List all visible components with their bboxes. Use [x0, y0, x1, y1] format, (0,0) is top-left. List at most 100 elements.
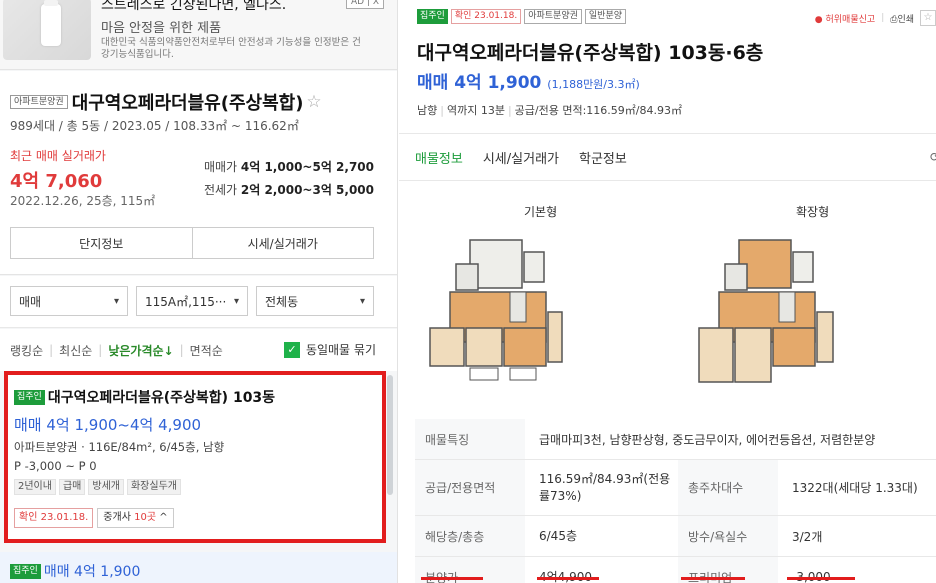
detail-info: 남향 | 역까지 13분 | 공급/전용 면적:116.59㎡/84.93㎡: [417, 104, 682, 117]
listing-tag: 화장실두개: [126, 479, 181, 495]
area-value: 115A㎡,115···: [145, 294, 227, 309]
table-row: 분양가 4억4,900 프리미엄 -3,000: [415, 557, 936, 583]
listing-2-title: 집주인 매매 4억 1,900: [10, 561, 140, 581]
star-icon[interactable]: ☆: [306, 92, 321, 112]
floor-plan-extended[interactable]: [695, 234, 835, 392]
listing-name: 대구역오페라더블유(주상복합) 103동: [47, 390, 276, 406]
complex-name: 대구역오페라더블유(주상복합): [71, 93, 304, 114]
owner-tag: 집주인: [417, 9, 448, 24]
ad-subtitle: 마음 안정을 위한 제품: [101, 21, 222, 36]
group-same-checkbox[interactable]: ✓ 동일매물 묶기: [283, 341, 376, 358]
supply-tag: 일반분양: [584, 9, 627, 24]
report-button[interactable]: ● 허위매물신고: [815, 12, 875, 25]
scrollbar[interactable]: [387, 375, 393, 495]
owner-tag: 집주인: [14, 389, 45, 405]
listing-tags: 2년이내 급매 방세개 화장실두개: [14, 479, 181, 495]
building-value: 전체동: [265, 294, 299, 309]
area-value: 116.59㎡/84.93㎡(전용률73%): [539, 471, 671, 503]
listing-footer: 확인 23.01.18. 중개사 10곳 ^: [14, 508, 174, 528]
listing-price: 매매 4억 1,900~4억 4,900: [14, 416, 202, 434]
jeonse-range-value: 2억 2,000~3억 5,000: [240, 183, 374, 197]
floor-value: 6/45층: [539, 528, 577, 543]
highlight-underline: [421, 577, 483, 580]
parking-value: 1322대(세대당 1.33대): [792, 481, 918, 495]
refresh-icon[interactable]: ⟳: [930, 150, 936, 164]
tab-price-history[interactable]: 시세/실거래가: [483, 148, 559, 167]
detail-tabs: 매물정보 시세/실거래가 학군정보 ⟳: [399, 133, 936, 181]
listing-spec: 아파트분양권 · 116E/84m², 6/45층, 남향: [14, 440, 225, 454]
sort-ranking[interactable]: 랭킹순: [10, 342, 43, 359]
feature-value: 급매마피3천, 남향판상형, 중도금무이자, 에어컨등옵션, 저렴한분양: [539, 432, 876, 447]
agents-count: 10곳: [134, 512, 157, 523]
plan-extended-label: 확장형: [796, 205, 830, 219]
floor-plan-basic[interactable]: [426, 234, 566, 392]
table-row: 매물특징 급매마피3천, 남향판상형, 중도금무이자, 에어컨등옵션, 저렴한분…: [415, 419, 936, 460]
area-info: 공급/전용 면적:116.59㎡/84.93㎡: [514, 104, 682, 117]
complex-type-tag: 아파트분양권: [10, 95, 68, 109]
listing-card[interactable]: 집주인 대구역오페라더블유(주상복합) 103동 매매 4억 1,900~4억 4…: [4, 371, 386, 543]
chevron-up-icon: ^: [159, 512, 168, 523]
agents-button[interactable]: 중개사 10곳 ^: [97, 508, 174, 528]
ad-description: 대한민국 식품의약품안전처로부터 안전성과 기능성을 인정받은 건강기능식품입니…: [101, 37, 361, 60]
complex-info-button[interactable]: 단지정보: [11, 228, 192, 258]
plan-basic-label: 기본형: [524, 205, 558, 219]
detail-price-per: (1,188만원/3.3㎡): [547, 78, 640, 91]
listing-tag: 2년이내: [14, 479, 56, 495]
price-history-button[interactable]: 시세/실거래가: [191, 228, 374, 258]
agents-label: 중개사: [103, 512, 131, 523]
ad-product-image: [3, 0, 91, 60]
jeonse-range: 전세가 2억 2,000~3억 5,000: [204, 181, 374, 198]
recent-date: 2022.12.26, 25층, 115㎡: [10, 194, 156, 208]
ad-banner[interactable]: 스트레스로 긴장된다면, 엘나스. 마음 안정을 위한 제품 대한민국 식품의약…: [0, 0, 397, 70]
listing-tag: 급매: [58, 479, 86, 495]
parking-label: 총주차대수: [678, 460, 778, 515]
star-icon[interactable]: ☆: [920, 10, 936, 26]
print-label: 인쇄: [897, 14, 914, 25]
recent-price: 4억 7,060: [10, 171, 103, 192]
tab-listing-info[interactable]: 매물정보: [415, 148, 463, 167]
left-panel: 스트레스로 긴장된다면, 엘나스. 마음 안정을 위한 제품 대한민국 식품의약…: [0, 0, 398, 583]
filter-bar: 매매 ▾ 115A㎡,115··· ▾ 전체동 ▾: [0, 276, 397, 328]
station: 역까지 13분: [446, 104, 505, 117]
sort-bar: 랭킹순 | 최신순 | 낮은가격순↓ | 면적순 ✓ 동일매물 묶기: [0, 329, 397, 371]
listing-detail-table: 매물특징 급매마피3천, 남향판상형, 중도금무이자, 에어컨등옵션, 저렴한분…: [415, 419, 936, 583]
trade-type-select[interactable]: 매매 ▾: [10, 286, 128, 316]
owner-tag: 집주인: [10, 563, 41, 579]
listing-tag: 방세개: [88, 479, 124, 495]
confirm-date: 확인 23.01.18.: [14, 508, 94, 528]
rooms-label: 방수/욕실수: [678, 516, 778, 556]
chevron-down-icon: ▾: [233, 295, 239, 307]
building-select[interactable]: 전체동 ▾: [256, 286, 374, 316]
report-label: 허위매물신고: [825, 14, 876, 25]
sort-low-price[interactable]: 낮은가격순↓: [108, 342, 173, 359]
jeonse-range-label: 전세가: [203, 183, 238, 197]
sale-range-value: 4억 1,000~5억 2,700: [240, 160, 374, 174]
highlight-underline: [681, 577, 745, 580]
check-icon: ✓: [283, 341, 300, 358]
listing-2-price: 매매 4억 1,900: [43, 564, 141, 580]
print-button[interactable]: ⎙인쇄: [890, 12, 914, 25]
complex-summary: 아파트분양권 대구역오페라더블유(주상복합) ☆ 989세대 / 총 5동 / 20…: [0, 71, 397, 275]
trade-type-value: 매매: [19, 294, 42, 309]
rooms-value: 3/2개: [792, 529, 823, 544]
area-select[interactable]: 115A㎡,115··· ▾: [136, 286, 248, 316]
listing-premium: P -3,000 ~ P 0: [14, 459, 97, 473]
detail-tags: 집주인 확인 23.01.18. 아파트분양권 일반분양: [417, 9, 627, 24]
complex-buttons: 단지정보 시세/실거래가: [10, 227, 374, 259]
chevron-down-icon: ▾: [113, 295, 119, 307]
table-row: 공급/전용면적 116.59㎡/84.93㎡(전용률73%) 총주차대수 132…: [415, 460, 936, 516]
group-same-label: 동일매물 묶기: [305, 343, 376, 357]
sort-area[interactable]: 면적순: [190, 342, 223, 359]
listing-card-2[interactable]: 집주인 매매 4억 1,900: [0, 552, 397, 583]
tab-school-info[interactable]: 학군정보: [579, 148, 627, 167]
listing-title: 집주인 대구역오페라더블유(주상복합) 103동: [14, 387, 275, 407]
sort-latest[interactable]: 최신순: [59, 342, 92, 359]
floor-label: 해당층/총층: [415, 516, 525, 556]
ad-close-badge[interactable]: AD | X: [346, 0, 385, 9]
siren-icon: ●: [814, 14, 823, 25]
type-tag: 아파트분양권: [524, 9, 582, 24]
sale-range-label: 매매가: [203, 160, 238, 174]
detail-actions: ● 허위매물신고 | ⎙인쇄 ☆: [815, 10, 936, 26]
table-row: 해당층/총층 6/45층 방수/욕실수 3/2개: [415, 516, 936, 557]
highlight-underline: [787, 577, 855, 580]
